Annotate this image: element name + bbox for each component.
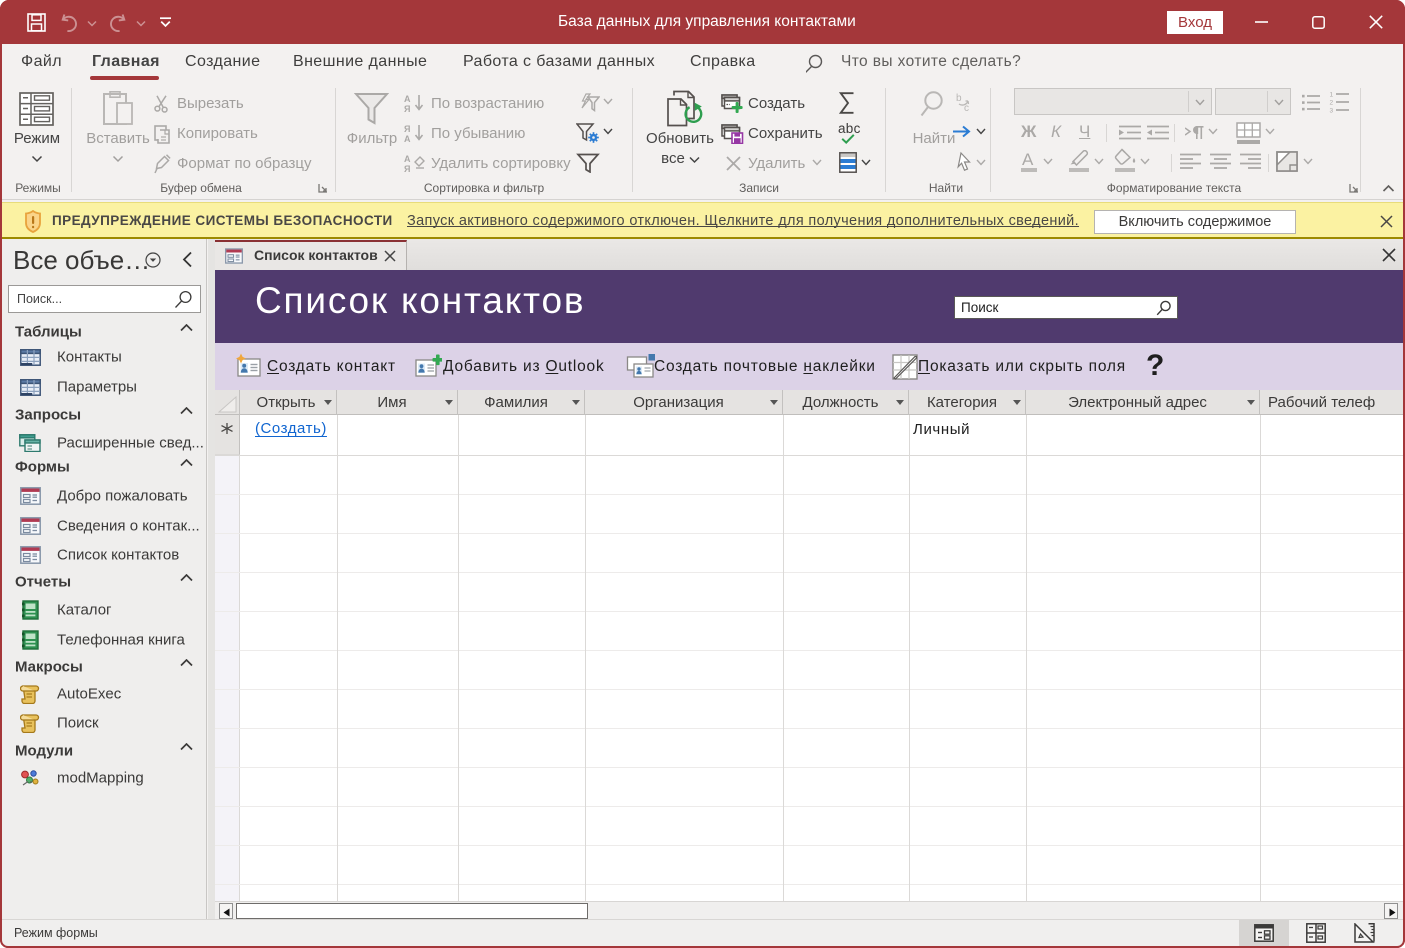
svg-text:А: А [404, 154, 411, 164]
svg-text:3: 3 [1330, 108, 1334, 114]
svg-text:Я: Я [404, 124, 410, 134]
svg-text:b: b [956, 93, 962, 104]
svg-text:А: А [404, 134, 411, 143]
svg-text:Я: Я [404, 104, 410, 113]
svg-text:А: А [404, 94, 411, 104]
svg-text:1: 1 [1330, 92, 1334, 99]
svg-text:Я: Я [404, 164, 410, 173]
svg-text:2: 2 [1330, 100, 1334, 107]
